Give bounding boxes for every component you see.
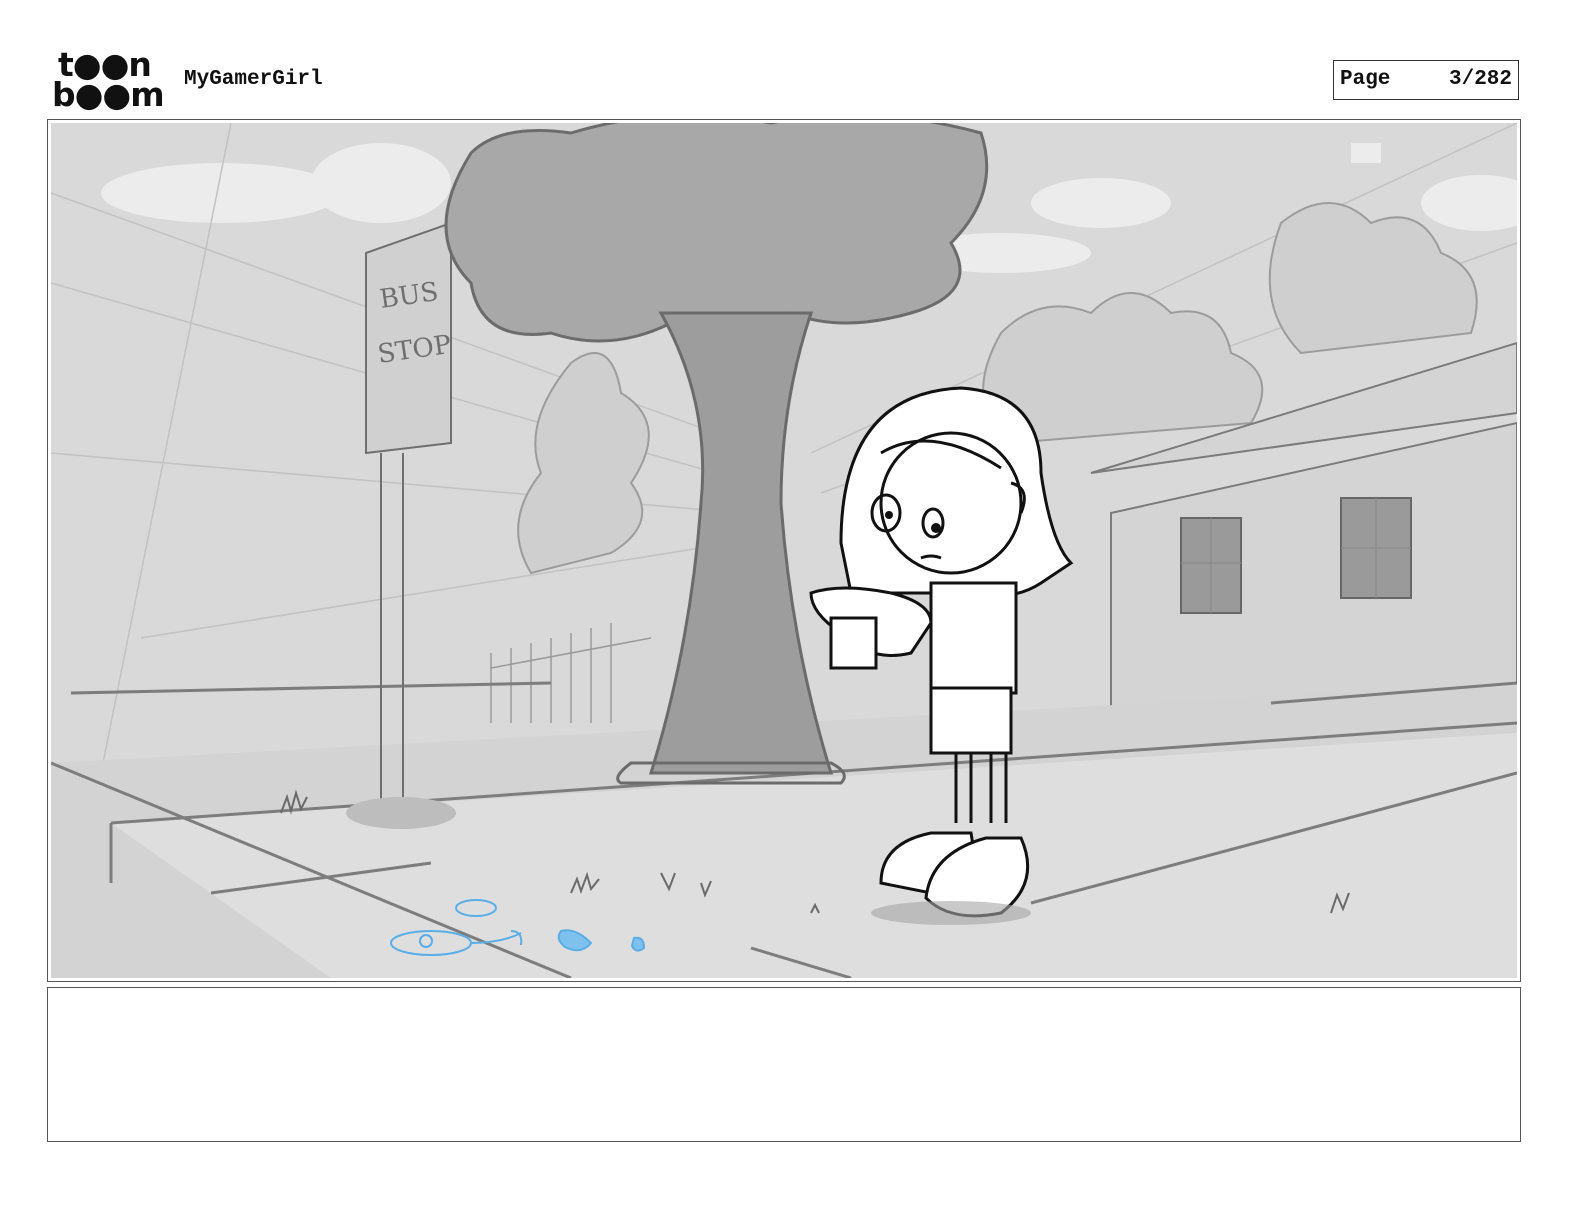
toonboom-logo: t●●n b●●m bbox=[52, 48, 165, 114]
project-title: MyGamerGirl bbox=[184, 68, 323, 91]
logo-line-2: b●●m bbox=[52, 75, 165, 114]
page-indicator: Page 3/282 bbox=[1333, 60, 1519, 100]
panel-sketch-image: BUS STOP bbox=[51, 123, 1517, 978]
page-label: Page bbox=[1340, 68, 1391, 91]
panel-notes-box bbox=[47, 987, 1521, 1142]
page-number: 3/282 bbox=[1448, 68, 1512, 91]
storyboard-panel: BUS STOP bbox=[47, 119, 1521, 982]
